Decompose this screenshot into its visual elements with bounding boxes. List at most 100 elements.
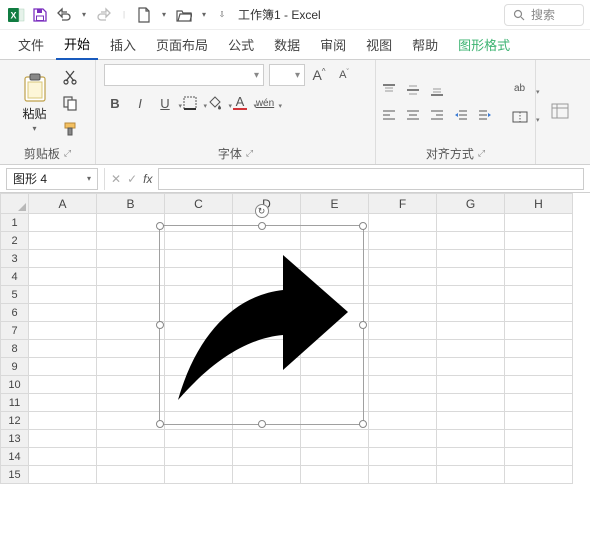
font-group-label: 字体 (218, 145, 242, 162)
phonetic-button[interactable]: wén▾ (254, 92, 276, 114)
search-input[interactable]: 搜索 (504, 4, 584, 26)
enter-formula-icon[interactable]: ✓ (127, 172, 137, 186)
tab-help[interactable]: 帮助 (404, 29, 446, 59)
col-header[interactable]: F (369, 194, 437, 214)
resize-handle[interactable] (359, 321, 367, 329)
rotate-handle-icon[interactable]: ↻ (255, 204, 269, 218)
open-folder-icon[interactable] (174, 5, 194, 25)
excel-icon: X (6, 5, 26, 25)
tab-shape-format[interactable]: 图形格式 (450, 29, 518, 59)
col-header[interactable]: A (29, 194, 97, 214)
row-header[interactable]: 15 (1, 466, 29, 484)
merge-center-icon[interactable]: ▾ (506, 106, 534, 128)
align-top-icon[interactable] (378, 79, 400, 101)
row-header[interactable]: 3 (1, 250, 29, 268)
align-center-icon[interactable] (402, 104, 424, 126)
resize-handle[interactable] (258, 420, 266, 428)
new-file-dropdown[interactable]: ▾ (158, 5, 170, 25)
col-header[interactable]: B (97, 194, 165, 214)
align-right-icon[interactable] (426, 104, 448, 126)
row-header[interactable]: 7 (1, 322, 29, 340)
resize-handle[interactable] (359, 420, 367, 428)
qat-customize-dropdown[interactable]: ⇩ (214, 5, 230, 25)
row-header[interactable]: 4 (1, 268, 29, 286)
row-header[interactable]: 5 (1, 286, 29, 304)
resize-handle[interactable] (156, 420, 164, 428)
align-bottom-icon[interactable] (426, 79, 448, 101)
number-format-icon[interactable] (545, 100, 575, 122)
formula-input[interactable] (158, 168, 584, 190)
align-left-icon[interactable] (378, 104, 400, 126)
undo-icon[interactable] (54, 5, 74, 25)
qat-sep: | (118, 5, 130, 25)
tab-home[interactable]: 开始 (56, 28, 98, 60)
save-icon[interactable] (30, 5, 50, 25)
resize-handle[interactable] (258, 222, 266, 230)
align-middle-icon[interactable] (402, 79, 424, 101)
tab-layout[interactable]: 页面布局 (148, 29, 216, 59)
paste-label: 粘贴 (22, 105, 46, 122)
decrease-indent-icon[interactable] (450, 104, 472, 126)
clipboard-group-label: 剪贴板 (24, 145, 60, 162)
increase-font-icon[interactable]: A^ (308, 64, 330, 86)
row-header[interactable]: 1 (1, 214, 29, 232)
fill-color-button[interactable]: ▾ (204, 92, 226, 114)
align-group-label: 对齐方式 (426, 145, 474, 162)
tab-insert[interactable]: 插入 (102, 29, 144, 59)
tab-view[interactable]: 视图 (358, 29, 400, 59)
col-header[interactable]: G (437, 194, 505, 214)
row-header[interactable]: 9 (1, 358, 29, 376)
row-header[interactable]: 11 (1, 394, 29, 412)
clipboard-icon (22, 73, 48, 103)
tab-review[interactable]: 审阅 (312, 29, 354, 59)
font-name-combo[interactable]: ▾ (104, 64, 264, 86)
undo-dropdown[interactable]: ▾ (78, 5, 90, 25)
new-file-icon[interactable] (134, 5, 154, 25)
select-all-corner[interactable] (1, 194, 29, 214)
increase-indent-icon[interactable] (474, 104, 496, 126)
row-header[interactable]: 2 (1, 232, 29, 250)
name-box-dropdown-icon[interactable]: ▾ (87, 174, 91, 183)
svg-text:X: X (10, 10, 16, 20)
decrease-font-icon[interactable]: Aˇ (333, 64, 355, 86)
paste-button[interactable]: 粘贴 ▾ (15, 73, 55, 133)
row-header[interactable]: 14 (1, 448, 29, 466)
fx-icon[interactable]: fx (143, 172, 152, 186)
col-header[interactable]: H (505, 194, 573, 214)
resize-handle[interactable] (359, 222, 367, 230)
bold-button[interactable]: B (104, 92, 126, 114)
tab-file[interactable]: 文件 (10, 29, 52, 59)
font-size-combo[interactable]: ▾ (269, 64, 305, 86)
italic-button[interactable]: I (129, 92, 151, 114)
curved-arrow-shape[interactable] (168, 240, 352, 410)
clipboard-dialog-icon[interactable]: ⤢ (64, 148, 71, 159)
copy-icon[interactable] (59, 92, 81, 114)
row-header[interactable]: 6 (1, 304, 29, 322)
open-folder-dropdown[interactable]: ▾ (198, 5, 210, 25)
name-box-value: 图形 4 (13, 170, 47, 187)
name-box[interactable]: 图形 4 ▾ (6, 168, 98, 190)
underline-button[interactable]: U▾ (154, 92, 176, 114)
resize-handle[interactable] (156, 321, 164, 329)
row-header[interactable]: 10 (1, 376, 29, 394)
row-header[interactable]: 13 (1, 430, 29, 448)
col-header[interactable]: E (301, 194, 369, 214)
tab-formulas[interactable]: 公式 (220, 29, 262, 59)
redo-icon[interactable] (94, 5, 114, 25)
search-placeholder: 搜索 (531, 6, 555, 23)
cancel-formula-icon[interactable]: ✕ (111, 172, 121, 186)
tab-data[interactable]: 数据 (266, 29, 308, 59)
wrap-text-icon[interactable]: ab▾ (506, 78, 534, 100)
font-dialog-icon[interactable]: ⤢ (246, 148, 253, 159)
resize-handle[interactable] (156, 222, 164, 230)
format-painter-icon[interactable] (59, 118, 81, 140)
font-color-button[interactable]: A▾ (229, 92, 251, 114)
cut-icon[interactable] (59, 66, 81, 88)
border-button[interactable]: ▾ (179, 92, 201, 114)
row-header[interactable]: 12 (1, 412, 29, 430)
col-header[interactable]: C (165, 194, 233, 214)
paste-dropdown-icon[interactable]: ▾ (32, 124, 36, 133)
row-header[interactable]: 8 (1, 340, 29, 358)
shape-selection[interactable]: ↻ (159, 225, 364, 425)
align-dialog-icon[interactable]: ⤢ (478, 148, 485, 159)
